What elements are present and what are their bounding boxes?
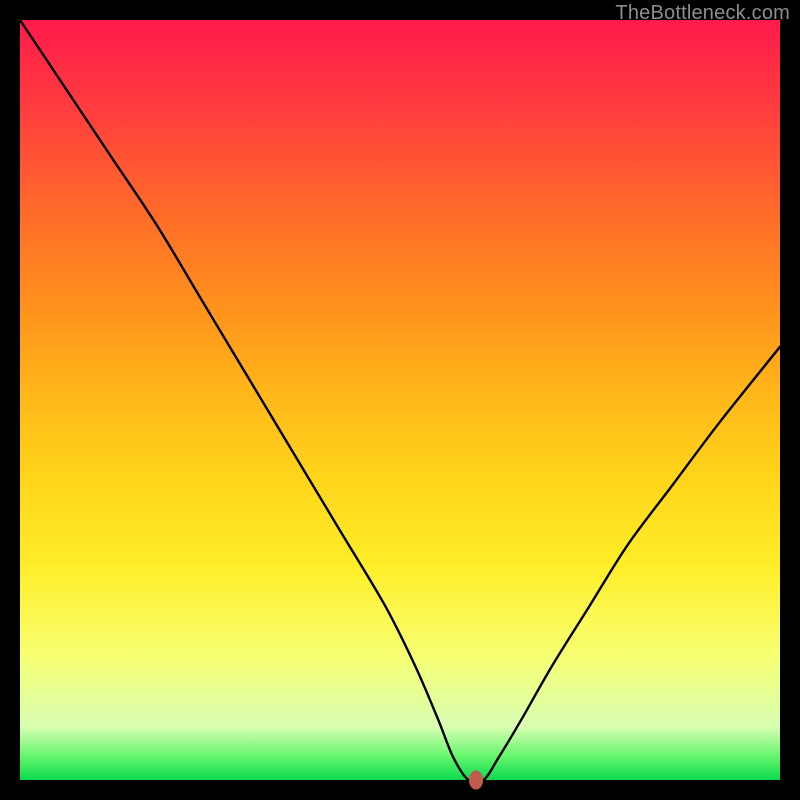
bottleneck-curve — [20, 20, 780, 780]
optimum-marker — [469, 771, 483, 790]
plot-area — [20, 20, 780, 780]
chart-frame: TheBottleneck.com — [0, 0, 800, 800]
